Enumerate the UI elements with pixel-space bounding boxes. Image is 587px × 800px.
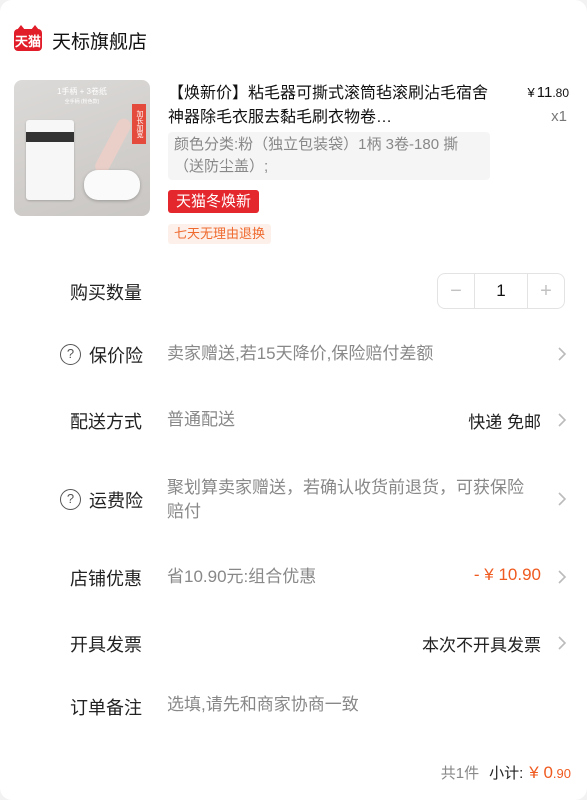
price-symbol: ¥: [527, 85, 535, 100]
price-int: 11: [536, 84, 553, 101]
product-quantity: x1: [551, 108, 567, 125]
subtotal-amount: ¥ 0.90: [529, 763, 571, 782]
delivery-method[interactable]: 快递 免邮: [468, 408, 541, 433]
price-protection-help-icon[interactable]: ?: [60, 344, 81, 365]
item-count: 共1件: [440, 765, 480, 782]
subtotal-symbol: ¥: [529, 763, 539, 782]
shipping-insurance-help-icon[interactable]: ?: [60, 489, 81, 510]
store-discount-amount[interactable]: - ¥ 10.90: [474, 565, 541, 585]
price-dec: .80: [552, 86, 569, 100]
store-discount-label: 店铺优惠: [70, 569, 142, 589]
subtotal: 共1件 小计: ¥ 0.90: [441, 762, 571, 783]
roller-handle-graphic: [92, 116, 134, 176]
price-protection-chevron-icon[interactable]: [555, 347, 569, 361]
shipping-insurance-chevron-icon[interactable]: [555, 492, 569, 506]
tmall-logo-icon: 天猫: [14, 25, 42, 51]
return-policy-badge: 七天无理由退换: [168, 224, 272, 244]
delivery-chevron-icon[interactable]: [555, 413, 569, 427]
quantity-plus-button[interactable]: +: [528, 274, 564, 308]
store-discount-chevron-icon[interactable]: [555, 570, 569, 584]
price-protection-label: 保价险: [89, 346, 143, 366]
subtotal-dec: .90: [552, 766, 571, 781]
store-discount-value: 省10.90元:组合优惠: [167, 567, 317, 586]
package-graphic: [26, 120, 74, 200]
order-note-label: 订单备注: [70, 698, 142, 718]
shipping-insurance-value: 聚划算卖家赠送，若确认收货前退货，可获保险赔付: [167, 478, 524, 521]
shipping-insurance-label: 运费险: [89, 491, 143, 511]
store-header[interactable]: 天猫 天标旗舰店: [14, 25, 147, 54]
product-price: ¥11.80: [528, 84, 570, 101]
product-title[interactable]: 【焕新价】粘毛器可撕式滚筒毡滚刷沾毛宿舍神器除毛衣服去黏毛刷衣物卷…: [168, 82, 490, 130]
quantity-minus-button[interactable]: −: [438, 274, 474, 308]
image-top-text: 1手柄 + 3卷纸: [56, 87, 107, 96]
roller-graphic: [84, 170, 140, 200]
invoice-chevron-icon[interactable]: [555, 636, 569, 650]
store-name[interactable]: 天标旗舰店: [52, 27, 147, 54]
subtotal-int: 0: [543, 763, 553, 782]
delivery-label: 配送方式: [70, 412, 142, 432]
order-note-input[interactable]: 选填,请先和商家协商一致: [167, 693, 547, 717]
subtotal-label: 小计:: [489, 765, 524, 782]
product-spec[interactable]: 颜色分类:粉（独立包装袋）1柄 3卷-180 撕（送防尘盖）;: [168, 132, 490, 180]
invoice-value[interactable]: 本次不开具发票: [422, 631, 541, 656]
promo-badge: 天猫冬焕新: [168, 190, 260, 213]
quantity-input[interactable]: 1: [474, 274, 528, 308]
product-image[interactable]: 1手柄 + 3卷纸 全手柄 (粉色款) 加长加宽: [14, 80, 150, 216]
quantity-stepper: − 1 +: [437, 273, 565, 309]
image-tag: 加长加宽: [132, 104, 146, 144]
quantity-label: 购买数量: [70, 283, 142, 303]
price-protection-value: 卖家赠送,若15天降价,保险赔付差额: [167, 344, 434, 363]
order-card: 天猫 天标旗舰店 1手柄 + 3卷纸 全手柄 (粉色款) 加长加宽 【焕新价】粘…: [0, 0, 587, 800]
image-sub-text: 全手柄 (粉色款): [64, 99, 100, 105]
delivery-value: 普通配送: [167, 410, 235, 429]
invoice-label: 开具发票: [70, 635, 142, 655]
